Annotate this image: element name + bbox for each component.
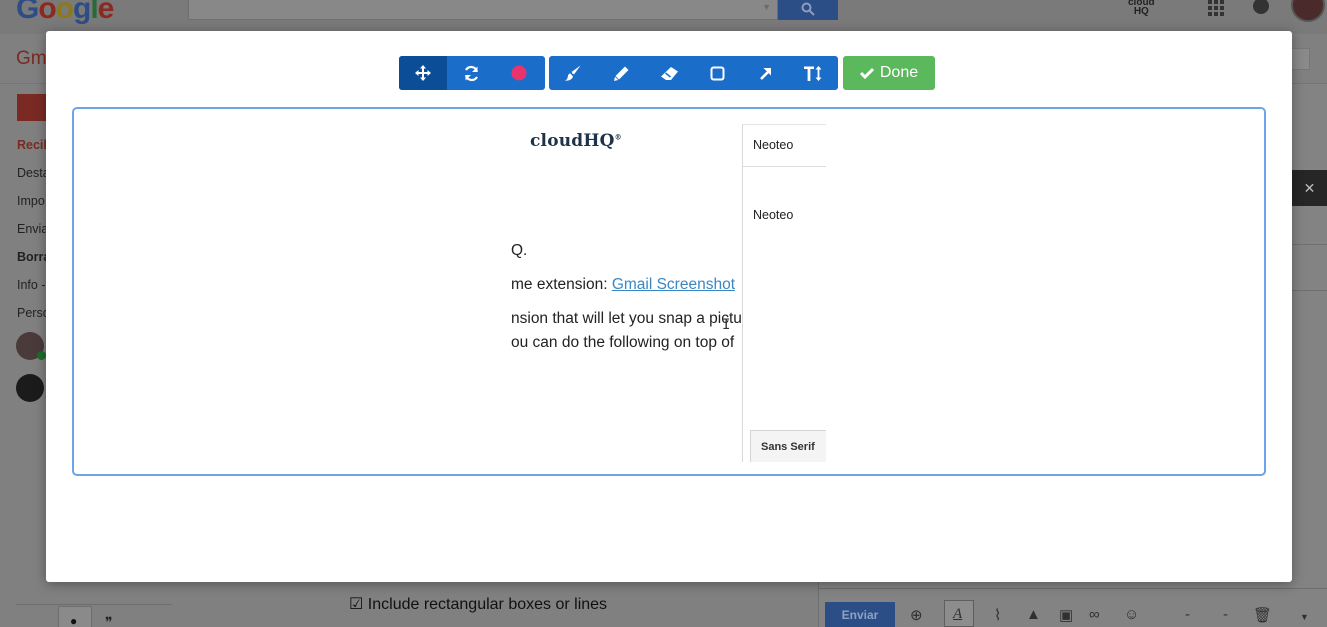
move-icon bbox=[415, 65, 431, 81]
emoji-icon[interactable]: ☺ bbox=[1124, 606, 1139, 623]
gmail-label[interactable]: Gm bbox=[16, 48, 47, 70]
online-status-icon bbox=[37, 351, 46, 360]
toolbar-group-transform bbox=[399, 56, 545, 90]
refresh-icon bbox=[464, 65, 478, 81]
captured-text-line: ou can do the following on top of bbox=[511, 334, 735, 351]
captured-text-line: me extension: Gmail Screenshot bbox=[511, 276, 736, 293]
color-picker-button[interactable] bbox=[495, 56, 543, 90]
compose-close-button[interactable]: ✕ bbox=[1292, 170, 1327, 206]
captured-side-panel: Neoteo Neoteo Sans Serif bbox=[742, 124, 826, 462]
hangouts-icon[interactable]: ❞ bbox=[105, 614, 113, 627]
text-size-icon bbox=[804, 65, 822, 81]
contact-avatar[interactable] bbox=[16, 332, 46, 360]
person-icon[interactable]: ● bbox=[70, 614, 77, 627]
rectangle-tool-button[interactable] bbox=[693, 56, 741, 90]
drive-icon[interactable]: ▲ bbox=[1026, 606, 1041, 623]
search-input[interactable]: ▼ bbox=[188, 0, 778, 20]
side-panel-row: Neoteo bbox=[753, 208, 794, 222]
cloudhq-extension-icon[interactable]: cloud HQ bbox=[1128, 0, 1155, 17]
square-icon bbox=[710, 66, 724, 80]
brush-tool-button[interactable] bbox=[549, 56, 597, 90]
move-tool-button[interactable] bbox=[399, 56, 447, 90]
captured-text-line: nsion that will let you snap a pictu bbox=[511, 310, 742, 327]
separator-dash: - bbox=[1223, 606, 1228, 623]
arrow-icon bbox=[759, 67, 771, 80]
separator-dash: - bbox=[1185, 606, 1190, 623]
screenshot-canvas[interactable]: cloudHQ® Q. me extension: Gmail Screensh… bbox=[72, 107, 1266, 476]
rotate-tool-button[interactable] bbox=[447, 56, 495, 90]
target-icon[interactable]: ⊕ bbox=[910, 606, 923, 624]
pencil-tool-button[interactable] bbox=[597, 56, 645, 90]
divider bbox=[818, 588, 1327, 589]
contact-avatar[interactable] bbox=[16, 374, 44, 402]
side-panel-row: Neoteo bbox=[743, 125, 826, 167]
gmail-screenshot-link[interactable]: Gmail Screenshot bbox=[612, 276, 735, 293]
captured-text-line: Q. bbox=[511, 242, 528, 259]
include-boxes-checkbox-label[interactable]: ☑ Include rectangular boxes or lines bbox=[349, 594, 607, 614]
more-options-icon[interactable]: ▼ bbox=[1300, 612, 1309, 622]
text-cursor-icon: I bbox=[722, 317, 731, 333]
captured-text-area: Q. me extension: Gmail Screenshot nsion … bbox=[511, 109, 743, 474]
photo-icon[interactable]: ▣ bbox=[1059, 606, 1073, 624]
brush-icon bbox=[565, 65, 581, 81]
divider bbox=[1292, 244, 1327, 245]
eraser-tool-button[interactable] bbox=[645, 56, 693, 90]
link-icon[interactable]: ∞ bbox=[1089, 606, 1100, 623]
text-format-icon: A bbox=[953, 606, 963, 622]
color-dot-icon bbox=[511, 65, 527, 81]
trash-icon[interactable]: 🗑 bbox=[1253, 606, 1272, 624]
check-icon bbox=[859, 67, 874, 79]
search-icon bbox=[801, 2, 815, 16]
font-family-select: Sans Serif bbox=[750, 430, 826, 462]
google-logo: Google bbox=[16, 0, 114, 25]
done-button-label: Done bbox=[879, 64, 919, 81]
text-tool-button[interactable] bbox=[789, 56, 837, 90]
arrow-tool-button[interactable] bbox=[741, 56, 789, 90]
divider bbox=[16, 604, 172, 605]
eraser-icon bbox=[660, 66, 678, 80]
attach-icon[interactable]: ⌇ bbox=[994, 606, 1001, 624]
divider bbox=[1292, 290, 1327, 291]
search-options-icon[interactable]: ▼ bbox=[762, 2, 771, 12]
send-button[interactable]: Enviar bbox=[825, 602, 895, 627]
apps-grid-icon[interactable] bbox=[1208, 0, 1226, 16]
done-button[interactable]: Done bbox=[843, 56, 935, 90]
screenshot-editor-modal: Done cloudHQ® Q. me extension: Gmail Scr… bbox=[46, 31, 1292, 582]
toolbar-group-draw bbox=[549, 56, 838, 90]
search-button[interactable] bbox=[778, 0, 838, 20]
pencil-icon bbox=[613, 66, 628, 81]
